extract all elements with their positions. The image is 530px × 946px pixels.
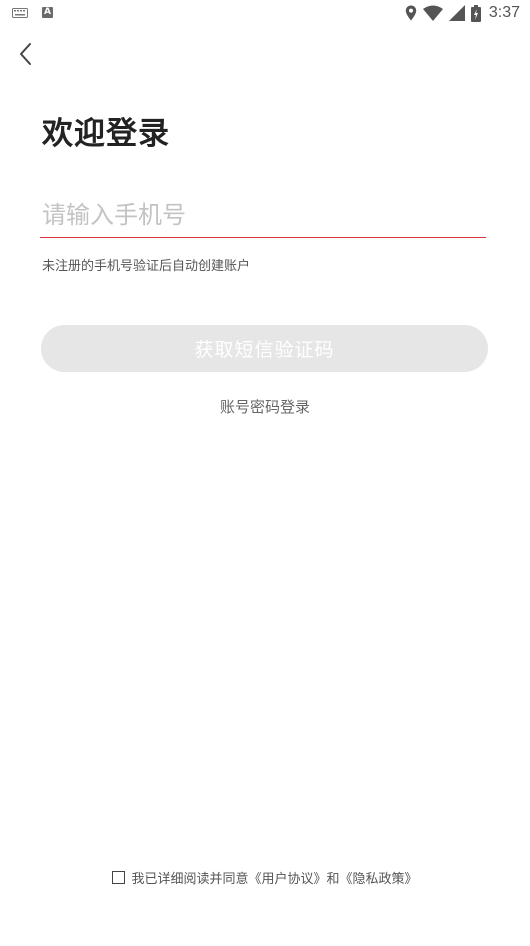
wifi-icon — [422, 5, 443, 21]
agreement-prefix: 我已详细阅读并同意 — [131, 872, 249, 887]
phone-hint: 未注册的手机号验证后自动创建账户 — [42, 259, 251, 274]
status-time: 3:37 — [488, 4, 520, 21]
phone-input[interactable] — [40, 192, 486, 238]
privacy-policy-link[interactable]: 《隐私政策》 — [340, 868, 418, 887]
keyboard-icon — [12, 7, 28, 18]
a-icon: A — [42, 7, 53, 18]
status-bar-right: 3:37 — [405, 4, 520, 22]
status-bar: A 3:37 — [0, 0, 530, 28]
agreement-and: 和 — [326, 872, 340, 887]
agreement-checkbox[interactable] — [112, 871, 126, 884]
signal-icon — [448, 5, 465, 21]
page-title: 欢迎登录 — [42, 116, 170, 152]
status-bar-left: A — [12, 7, 53, 18]
back-button[interactable] — [14, 40, 38, 68]
battery-icon — [470, 4, 481, 22]
agreement-row: 我已详细阅读并同意 《用户协议》 和 《隐私政策》 — [0, 868, 530, 887]
location-icon — [405, 5, 417, 21]
get-sms-code-button[interactable]: 获取短信验证码 — [41, 325, 488, 372]
chevron-left-icon — [20, 43, 31, 65]
password-login-link[interactable]: 账号密码登录 — [0, 396, 530, 417]
user-agreement-link[interactable]: 《用户协议》 — [248, 868, 326, 887]
